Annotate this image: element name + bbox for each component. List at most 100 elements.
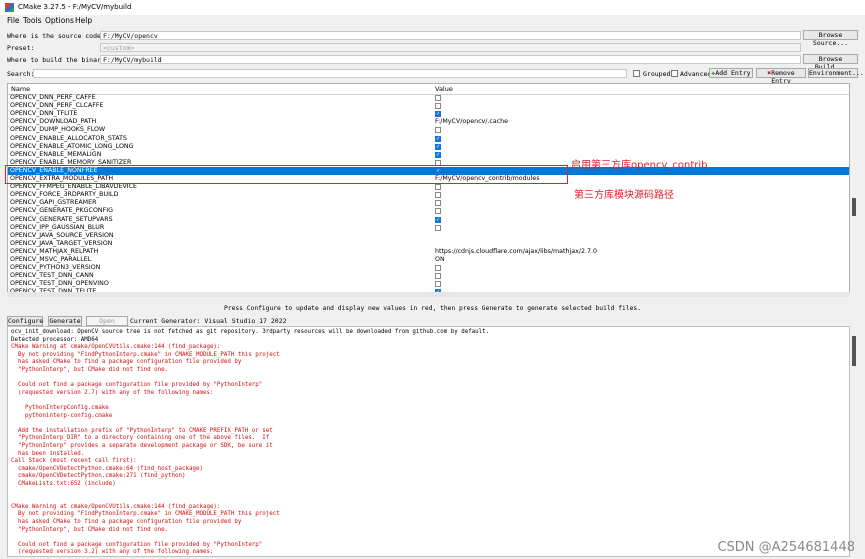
grouped-checkbox[interactable] [633, 70, 640, 77]
row-name: OPENCV_ENABLE_ATOMIC_LONG_LONG [10, 142, 134, 150]
environment-button[interactable]: Environment... [808, 68, 864, 78]
value-checkbox[interactable]: ✓ [435, 151, 441, 158]
value-checkbox[interactable]: ✓ [435, 143, 441, 150]
value-checkbox[interactable] [435, 127, 441, 134]
row-name: OPENCV_DNN_PERF_CLCAFFE [10, 102, 104, 110]
table-row[interactable]: OPENCV_TEST_DNN_OPENVINO [8, 280, 849, 288]
value-checkbox[interactable] [435, 224, 441, 231]
table-row[interactable]: OPENCV_TEST_DNN_CANN [8, 272, 849, 280]
cache-table: Name Value OPENCV_DNN_PERF_CAFFE OPENCV_D… [7, 83, 850, 297]
row-name: OPENCV_DNN_TFLITE [10, 110, 78, 118]
preset-label: Preset: [7, 44, 35, 52]
row-name: OPENCV_FORCE_3RDPARTY_BUILD [10, 191, 119, 199]
value-checkbox[interactable] [435, 273, 441, 280]
log-line: has been installed. [11, 450, 85, 457]
table-horizontal-scrollbar[interactable] [7, 292, 850, 297]
table-scrollbar-thumb[interactable] [852, 198, 856, 216]
log-line: pythoninterp-config.cmake [11, 412, 113, 419]
table-row[interactable]: OPENCV_PYTHON3_VERSION [8, 264, 849, 272]
table-row[interactable]: OPENCV_DNN_TFLITE ✓ [8, 110, 849, 118]
browse-source-button[interactable]: Browse Source... [803, 30, 858, 47]
table-row[interactable]: OPENCV_ENABLE_ATOMIC_LONG_LONG ✓ [8, 143, 849, 151]
table-row[interactable]: OPENCV_MATHJAX_RELPATH https://cdnjs.clou… [8, 248, 849, 256]
value-checkbox[interactable]: ✓ [435, 111, 441, 118]
row-name: OPENCV_JAVA_TARGET_VERSION [10, 239, 113, 247]
log-line: Call Stack (most recent call first): [11, 458, 137, 465]
menu-tools[interactable]: Tools [23, 16, 41, 25]
value-checkbox[interactable] [435, 95, 441, 101]
row-value[interactable]: ON [435, 256, 445, 264]
current-generator: Current Generator: Visual Studio 17 2022 [130, 317, 287, 325]
table-row[interactable]: OPENCV_GAPI_GSTREAMER [8, 199, 849, 207]
row-name: OPENCV_IPP_GAUSSIAN_BLUR [10, 223, 105, 231]
row-name: OPENCV_FFMPEG_ENABLE_LIBAVDEVICE [10, 183, 137, 191]
log-line: Detected processor: AMD64 [11, 336, 99, 343]
table-row[interactable]: OPENCV_IPP_GAUSSIAN_BLUR [8, 224, 849, 232]
advanced-checkbox[interactable] [671, 70, 678, 77]
table-scrollbar[interactable] [851, 83, 858, 297]
log-scrollbar-thumb[interactable] [852, 336, 856, 366]
menu-file[interactable]: File [7, 16, 20, 25]
grouped-label: Grouped [643, 70, 671, 78]
name-column-header[interactable]: Name [11, 85, 30, 93]
add-entry-label: Add Entry [715, 69, 751, 77]
table-row[interactable]: OPENCV_FORCE_3RDPARTY_BUILD [8, 191, 849, 199]
table-row[interactable]: OPENCV_DNN_PERF_CAFFE [8, 94, 849, 102]
preset-select[interactable]: <custom> [100, 43, 801, 52]
log-line: "PythonInterp", but CMake did not find o… [11, 526, 169, 533]
row-name: OPENCV_DNN_PERF_CAFFE [10, 94, 96, 101]
table-row[interactable]: OPENCV_DNN_PERF_CLCAFFE [8, 102, 849, 110]
row-name: OPENCV_TEST_DNN_CANN [10, 272, 94, 280]
log-line: Could not find a package configuration f… [11, 541, 263, 548]
table-row[interactable]: OPENCV_FFMPEG_ENABLE_LIBAVDEVICE [8, 183, 849, 191]
table-row[interactable]: OPENCV_JAVA_SOURCE_VERSION [8, 232, 849, 240]
browse-build-button[interactable]: Browse Build... [803, 54, 858, 71]
log-line: Add the installation prefix of "PythonIn… [11, 427, 273, 434]
table-row[interactable]: OPENCV_GENERATE_SETUPVARS ✓ [8, 216, 849, 224]
row-name: OPENCV_ENABLE_MEMALIGN [10, 150, 102, 158]
value-column-header[interactable]: Value [435, 85, 453, 93]
menu-options[interactable]: Options [45, 16, 74, 25]
log-line: has asked CMake to find a package config… [11, 519, 242, 525]
table-row[interactable]: OPENCV_ENABLE_MEMALIGN ✓ [8, 151, 849, 159]
open-project-button[interactable]: Open Project [86, 316, 128, 333]
log-line: cmake/OpenCVDetectPython.cmake:271 (find… [11, 473, 186, 480]
value-checkbox[interactable] [435, 184, 441, 191]
table-row[interactable]: OPENCV_MSVC_PARALLEL ON [8, 256, 849, 264]
value-checkbox[interactable] [435, 281, 441, 288]
table-row[interactable]: OPENCV_DUMP_HOOKS_FLOW [8, 126, 849, 134]
highlight-box [5, 165, 568, 184]
table-row[interactable]: OPENCV_JAVA_TARGET_VERSION [8, 240, 849, 248]
value-checkbox[interactable] [435, 200, 441, 207]
table-row[interactable]: OPENCV_DOWNLOAD_PATH F:/MyCV/opencv/.cach… [8, 118, 849, 126]
value-checkbox[interactable]: ✓ [435, 135, 441, 142]
log-line: Could not find a package configuration f… [11, 382, 263, 389]
row-name: OPENCV_GAPI_GSTREAMER [10, 199, 97, 207]
value-checkbox[interactable] [435, 208, 441, 215]
value-checkbox[interactable] [435, 103, 441, 110]
menu-help[interactable]: Help [75, 16, 92, 25]
log-line: "PythonInterp", but CMake did not find o… [11, 367, 169, 373]
title-bar: CMake 3.27.5 - F:/MyCV/mybuild [0, 0, 865, 15]
log-line: cmake/OpenCVDetectPython.cmake:64 (find_… [11, 465, 203, 472]
add-entry-button[interactable]: ✚Add Entry [709, 68, 753, 78]
value-checkbox[interactable] [435, 265, 441, 272]
table-row[interactable]: OPENCV_ENABLE_ALLOCATOR_STATS ✓ [8, 135, 849, 143]
log-line: ocv_init_download: OpenCV source tree is… [11, 329, 490, 335]
log-line: (requested version 2.7) with any of the … [11, 389, 214, 396]
configure-button[interactable]: Configure [7, 316, 43, 326]
table-row[interactable]: OPENCV_GENERATE_PKGCONFIG [8, 207, 849, 215]
log-line: has asked CMake to find a package config… [11, 359, 242, 366]
generate-button[interactable]: Generate [48, 316, 82, 326]
remove-entry-button[interactable]: ✖Remove Entry [756, 68, 806, 85]
row-value[interactable]: https://cdnjs.cloudflare.com/ajax/libs/m… [435, 248, 597, 256]
source-path-input[interactable]: F:/MyCV/opencv [100, 31, 801, 40]
row-value[interactable]: F:/MyCV/opencv/.cache [435, 118, 508, 126]
value-checkbox[interactable] [435, 192, 441, 199]
log-line: (requested version 3.2) with any of the … [11, 549, 214, 556]
search-input[interactable] [33, 69, 627, 78]
search-label: Search: [7, 70, 35, 78]
watermark: CSDN @A254681448 [717, 540, 855, 555]
build-path-input[interactable]: F:/MyCV/mybuild [100, 55, 801, 64]
value-checkbox[interactable]: ✓ [435, 216, 441, 223]
